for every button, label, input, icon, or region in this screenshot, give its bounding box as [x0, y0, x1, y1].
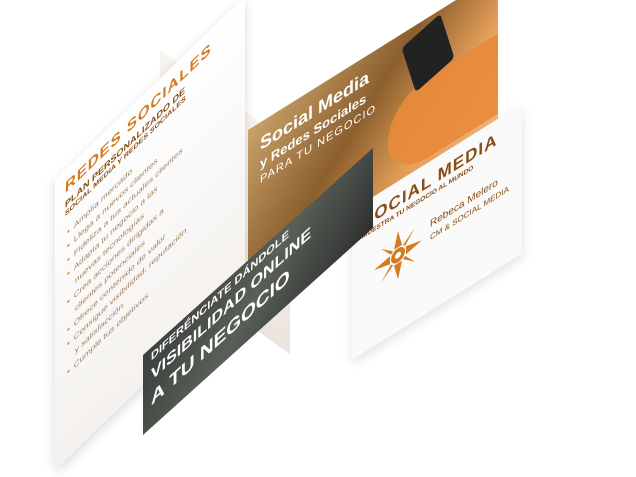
brochure-mockup: REDES SOCIALES PLAN PERSONALIZADO DE SOC… [0, 0, 636, 477]
